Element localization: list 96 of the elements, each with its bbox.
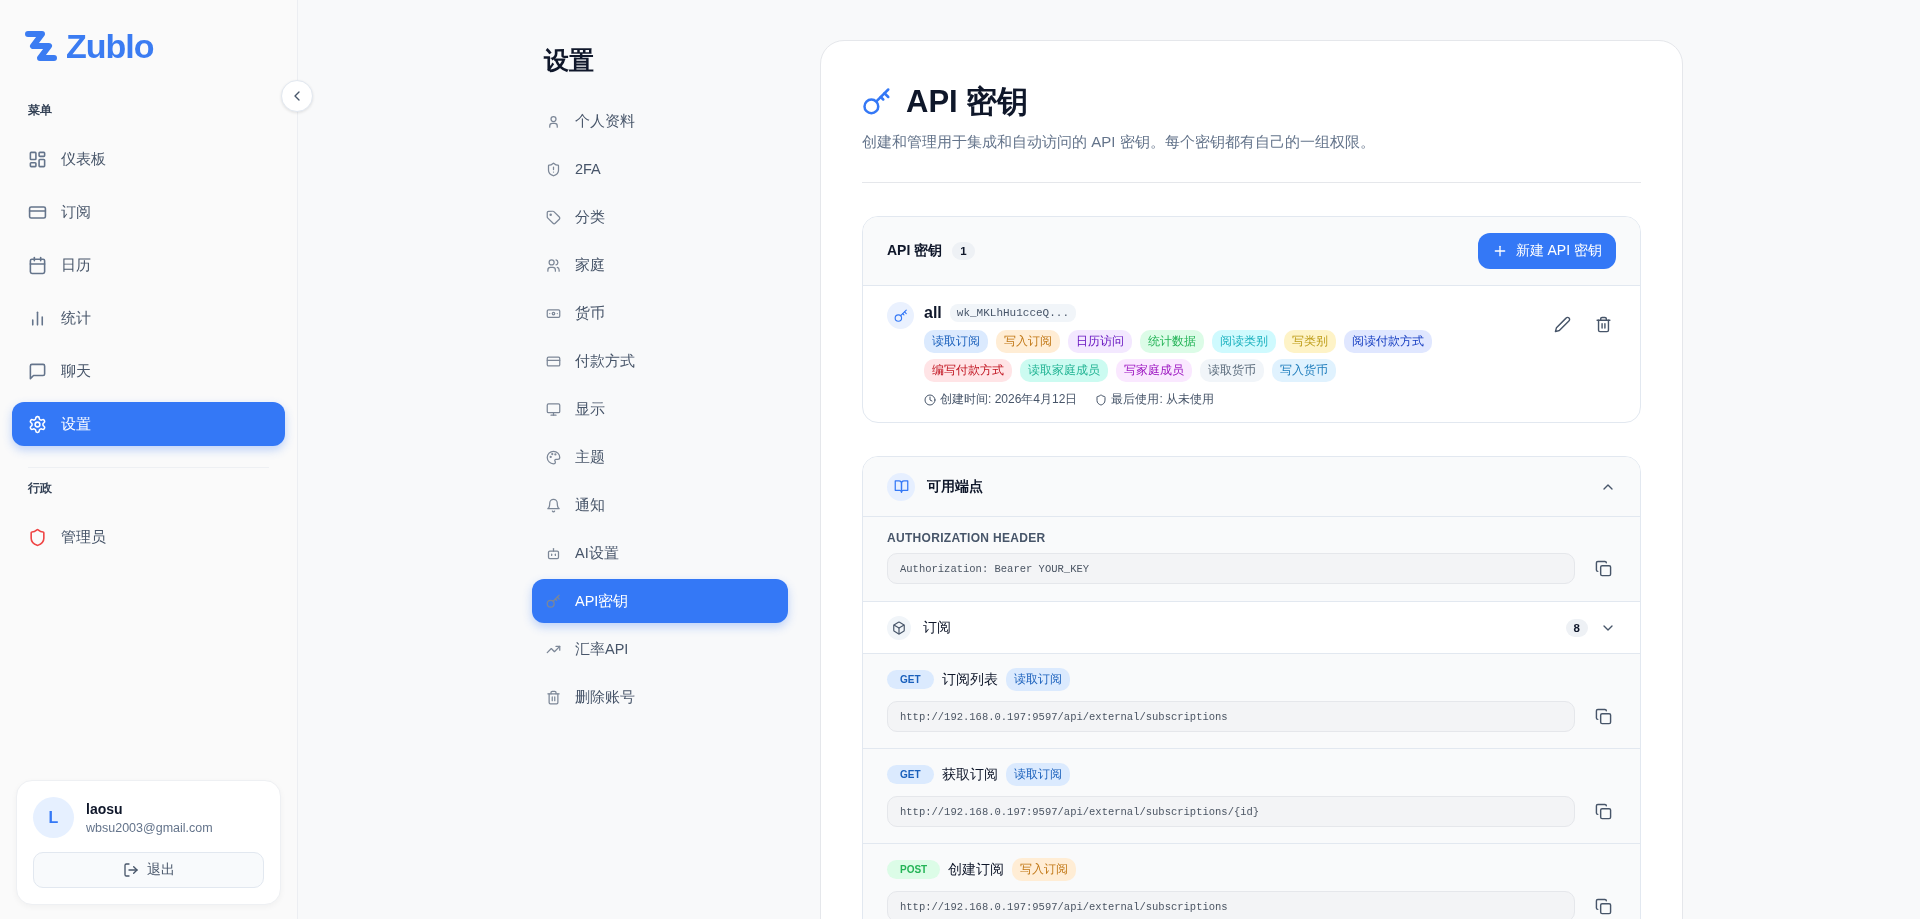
scope-tag: 日历访问 [1068,330,1132,353]
bell-icon [546,497,561,513]
sidebar-item[interactable]: 聊天 [12,349,285,393]
copy-icon [1595,803,1612,820]
sidebar-item[interactable]: 管理员 [12,515,285,559]
sidebar-item[interactable]: 日历 [12,243,285,287]
logout-button[interactable]: 退出 [33,852,264,888]
scope-tag: 编写付款方式 [924,359,1012,382]
trash-icon [1595,316,1612,333]
new-key-button[interactable]: 新建 API 密钥 [1477,233,1616,269]
sidebar-item[interactable]: 订阅 [12,190,285,234]
count-badge: 8 [1565,618,1588,637]
settings-nav-item[interactable]: 主题 [532,435,788,479]
shield-icon [28,527,47,547]
chat-bubble-icon [28,361,47,381]
count-badge: 1 [952,242,975,260]
endpoint-name: 获取订阅 [941,765,998,784]
method-tag: GET [887,765,934,784]
key-name: all [924,304,942,322]
key-prefix: wk_MKLhHu1cceQ... [949,304,1076,322]
settings-nav-item[interactable]: 货币 [532,291,788,335]
endpoint-name: 创建订阅 [948,860,1005,879]
method-tag: POST [887,860,941,879]
page-subtitle: 创建和管理用于集成和自动访问的 API 密钥。每个密钥都有自己的一组权限。 [862,133,1641,183]
sidebar-item[interactable]: 统计 [12,296,285,340]
url-field: http://192.168.0.197:9597/api/external/subscriptions/{id} [887,796,1575,827]
sidebar-item[interactable]: 仪表板 [12,137,285,181]
group-title: 订阅 [923,618,951,637]
card-icon [546,353,561,369]
method-tag: GET [887,670,934,689]
url-field: http://192.168.0.197:9597/api/external/subscriptions [887,701,1575,732]
logout-icon [122,862,139,878]
settings-nav-item[interactable]: AI设置 [532,531,788,575]
clock-icon [924,393,936,406]
scope-tag: 写入订阅 [996,330,1060,353]
shield-icon [1095,393,1108,406]
settings-title: 设置 [544,45,595,76]
code-field: Authorization: Bearer YOUR_KEY [887,553,1575,584]
settings-nav-item[interactable]: 个人资料 [532,99,788,143]
scope-tag: 读取货币 [1200,359,1264,382]
scope-tag: 读取订阅 [924,330,988,353]
settings-nav-item[interactable]: 分类 [532,195,788,239]
card-title: API 密钥 [887,242,943,260]
section-title: 行政 [28,467,269,497]
settings-nav-item[interactable]: 删除账号 [532,675,788,719]
shield-icon [546,161,561,177]
copy-icon [1595,708,1612,725]
monitor-icon [546,401,561,417]
user-email: wbsu2003@gmail.com [86,820,213,835]
trash-icon [546,689,561,705]
logo-icon [24,30,58,62]
logo-text: Zublo [66,26,154,66]
sidebar-item[interactable]: 设置 [12,402,285,446]
scope-tag: 写入货币 [1272,359,1336,382]
settings-icon [28,414,47,434]
grid-icon [28,149,47,169]
last-used: 最后使用: 从未使用 [1095,391,1215,408]
scope-tag: 阅读类别 [1212,330,1276,353]
scope-tag: 读取订阅 [1005,763,1070,786]
settings-nav-item[interactable]: 通知 [532,483,788,527]
calendar-icon [28,255,47,275]
key-icon [546,593,561,609]
copy-icon [1595,560,1612,577]
package-icon [892,620,906,635]
avatar: L [33,797,74,838]
card-title: 可用端点 [927,477,983,496]
user-icon [546,113,561,129]
endpoint-name: 订阅列表 [941,670,998,689]
url-field: http://192.168.0.197:9597/api/external/subscriptions [887,891,1575,919]
user-name: laosu [86,800,124,817]
edit-icon [1554,316,1571,333]
settings-nav-item[interactable]: 2FA [532,147,788,191]
settings-nav-item[interactable]: 家庭 [532,243,788,287]
scope-tag: 阅读付款方式 [1344,330,1432,353]
scope-tag: 写入订阅 [1012,858,1077,881]
scope-tag: 读取家庭成员 [1020,359,1108,382]
key-icon [862,87,892,117]
tag-icon [546,209,561,225]
palette-icon [546,449,561,465]
key-icon [893,308,908,323]
section-label: AUTHORIZATION HEADER [887,531,1047,545]
settings-nav-item[interactable]: 显示 [532,387,788,431]
scope-tag: 读取订阅 [1005,668,1070,691]
scope-tag: 写类别 [1284,330,1336,353]
section-title: 菜单 [27,102,53,119]
robot-icon [546,545,561,561]
scope-tag: 写家庭成员 [1116,359,1192,382]
page-title: API 密钥 [906,83,1029,121]
users-icon [546,257,561,273]
copy-icon [1595,898,1612,915]
settings-nav-item[interactable]: 付款方式 [532,339,788,383]
created-date: 创建时间: 2026年4月12日 [924,391,1078,408]
book-icon [893,479,909,494]
settings-nav-item[interactable]: 汇率API [532,627,788,671]
scope-tag: 统计数据 [1140,330,1204,353]
settings-nav-item[interactable]: API密钥 [532,579,788,623]
